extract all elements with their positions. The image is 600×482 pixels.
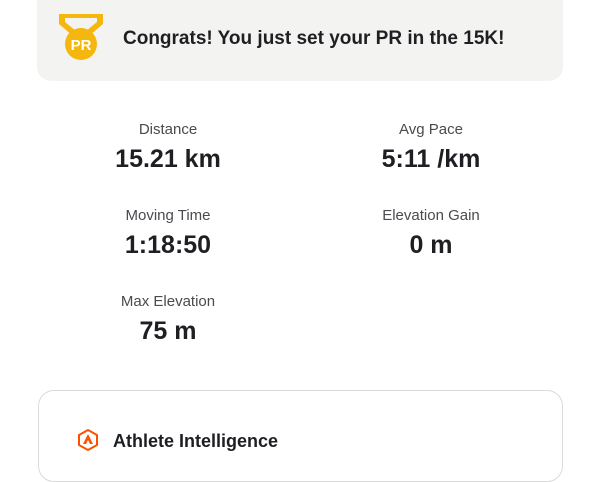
stat-label: Max Elevation <box>120 293 216 310</box>
pr-banner: PR Congrats! You just set your PR in the… <box>37 0 563 81</box>
stat-avg-pace: Avg Pace 5:11 /km <box>321 121 541 174</box>
athlete-intelligence-title: Athlete Intelligence <box>113 431 279 451</box>
stat-label: Avg Pace <box>399 121 463 138</box>
athlete-intelligence-card[interactable]: Athlete Intelligence <box>38 390 563 482</box>
stat-max-elevation: Max Elevation 75 m <box>58 293 278 346</box>
stat-value: 0 m <box>409 231 453 259</box>
stat-value: 1:18:50 <box>124 231 212 259</box>
stat-moving-time: Moving Time 1:18:50 <box>58 207 278 260</box>
stat-value: 5:11 /km <box>381 145 481 173</box>
stat-value: 75 m <box>139 317 197 345</box>
stat-elevation-gain: Elevation Gain 0 m <box>321 207 541 260</box>
pr-medal-icon: PR <box>59 14 103 60</box>
stat-distance: Distance 15.21 km <box>58 121 278 174</box>
pr-message: Congrats! You just set your PR in the 15… <box>123 28 505 49</box>
stat-label: Moving Time <box>125 207 211 224</box>
stat-value: 15.21 km <box>115 145 221 173</box>
stat-label: Distance <box>138 121 198 138</box>
pr-medal-text: PR <box>71 37 92 54</box>
athlete-intelligence-icon <box>78 429 98 451</box>
stat-label: Elevation Gain <box>382 207 480 224</box>
